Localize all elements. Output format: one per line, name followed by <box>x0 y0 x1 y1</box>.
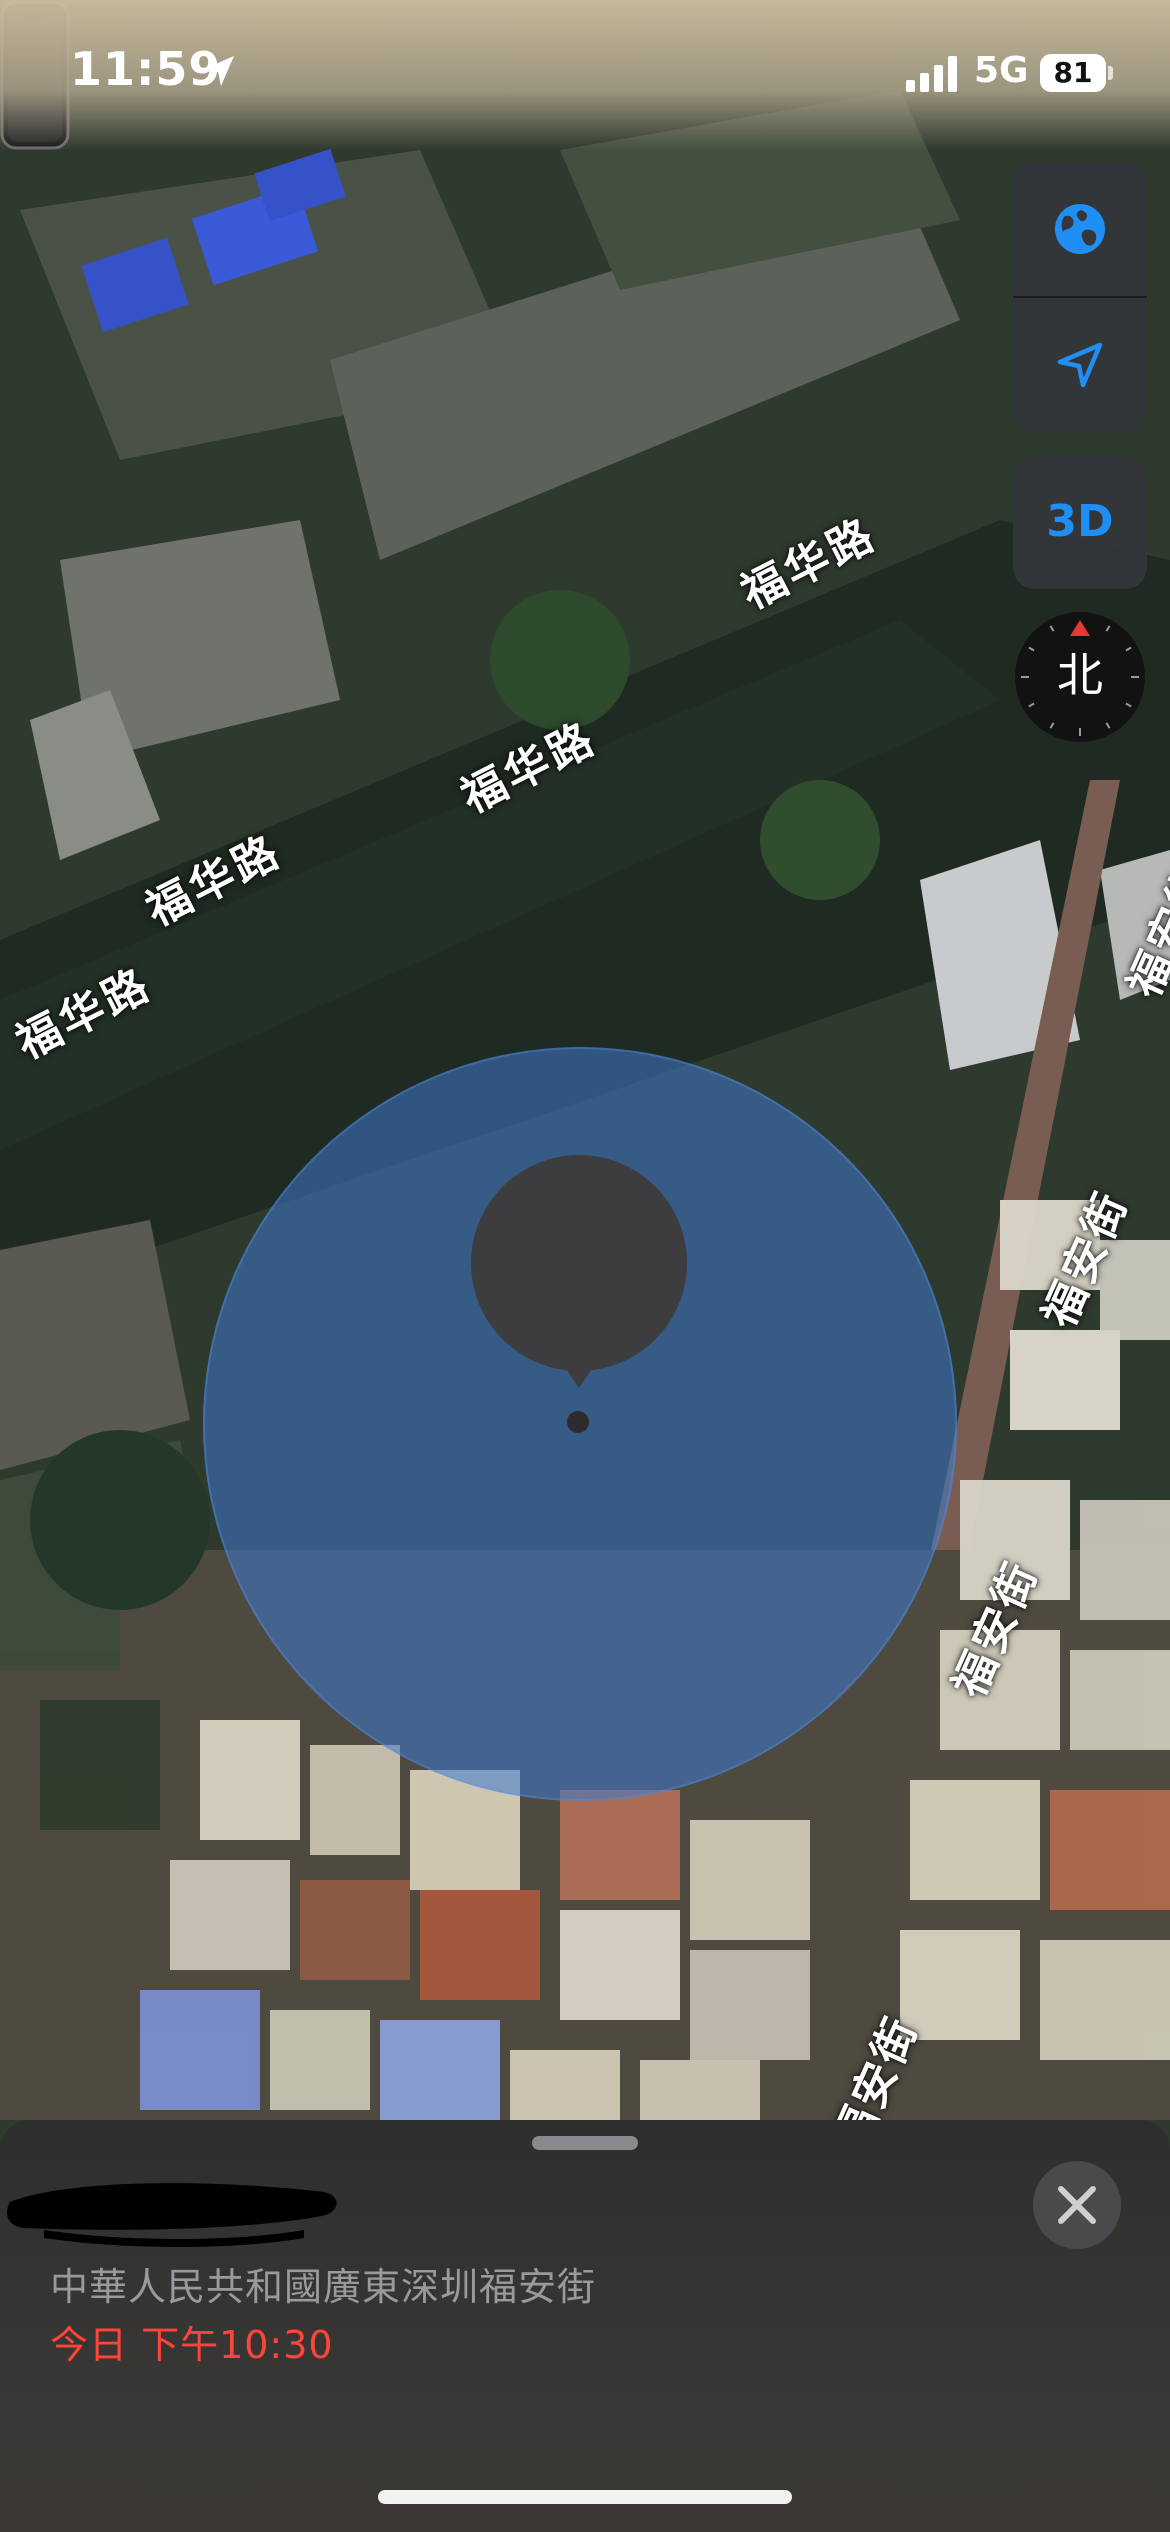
device-detail-sheet[interactable]: 中華人民共和國廣東深圳福安街 今日 下午10:30 <box>0 2120 1170 2532</box>
battery-cap <box>1108 66 1113 80</box>
globe-icon <box>1055 204 1105 254</box>
home-indicator[interactable] <box>378 2490 792 2504</box>
status-bar: 11:59 5G 81 <box>0 0 1170 150</box>
close-icon <box>1058 2186 1096 2224</box>
compass-button[interactable]: 北 <box>1015 612 1145 742</box>
map-controls <box>1013 162 1147 432</box>
close-button[interactable] <box>1033 2161 1121 2249</box>
network-type: 5G <box>974 50 1029 91</box>
find-my-screen: 福华路 福华路 福华路 福华路 福安街 福安街 福安街 福安街 11:59 5G… <box>0 0 1170 2532</box>
redaction-scribble <box>6 2183 337 2247</box>
device-location-dot <box>567 1411 589 1433</box>
last-seen-timestamp: 今日 下午10:30 <box>50 2323 334 2367</box>
sheet-grabber[interactable] <box>532 2136 638 2150</box>
compass-label: 北 <box>1057 648 1103 702</box>
map-mode-button[interactable] <box>1013 162 1147 296</box>
locate-me-button[interactable] <box>1013 298 1147 432</box>
compass-north-needle-icon <box>1070 620 1090 636</box>
battery-indicator: 81 <box>1040 54 1106 92</box>
location-arrow-icon <box>204 56 234 86</box>
device-pin[interactable] <box>471 1155 687 1371</box>
location-arrow-icon <box>1057 342 1103 388</box>
3d-toggle-button[interactable]: 3D <box>1013 455 1147 589</box>
status-time: 11:59 <box>70 42 222 96</box>
device-pin-tail <box>560 1360 598 1388</box>
cellular-signal-icon <box>906 56 957 92</box>
device-address: 中華人民共和國廣東深圳福安街 <box>50 2265 597 2309</box>
